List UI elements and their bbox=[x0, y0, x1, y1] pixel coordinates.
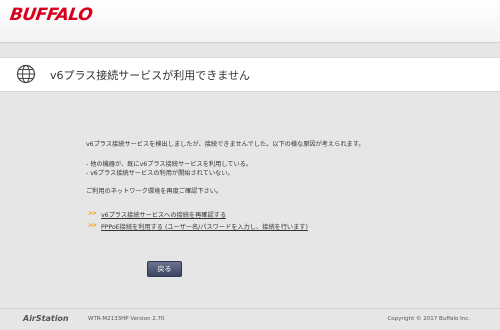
top-bar: BUFFALO bbox=[0, 0, 500, 43]
back-button[interactable]: 戻る bbox=[147, 261, 182, 277]
model-version: WTR-M2133HP Version 2.70 bbox=[88, 316, 165, 322]
buffalo-logo: BUFFALO bbox=[8, 5, 94, 25]
double-chevron-right-icon: >> bbox=[88, 222, 97, 229]
double-chevron-right-icon: >> bbox=[88, 210, 97, 217]
cause-item: - v6プラス接続サービスの利用が開始されていない。 bbox=[86, 170, 234, 177]
cause-item: - 他の機器が、既にv6プラス接続サービスを利用している。 bbox=[86, 161, 253, 168]
copyright: Copyright © 2017 Buffalo Inc. bbox=[387, 316, 470, 322]
error-message: v6プラス接続サービスを検出しましたが、接続できませんでした。以下の様な原因が考… bbox=[86, 141, 365, 148]
footer: AirStation WTR-M2133HP Version 2.70 Copy… bbox=[0, 308, 500, 330]
page-header: v6プラス接続サービスが利用できません bbox=[0, 57, 500, 92]
airstation-logo: AirStation bbox=[23, 314, 69, 323]
globe-icon bbox=[16, 64, 36, 84]
check-network-message: ご利用のネットワーク環境を再度ご確認下さい。 bbox=[86, 188, 223, 195]
recheck-v6plus-link[interactable]: v6プラス接続サービスへの接続を再確認する bbox=[101, 210, 226, 219]
page-title: v6プラス接続サービスが利用できません bbox=[50, 69, 250, 82]
use-pppoe-link[interactable]: PPPoE接続を利用する (ユーザー名/パスワードを入力し、接続を行います) bbox=[101, 222, 308, 231]
